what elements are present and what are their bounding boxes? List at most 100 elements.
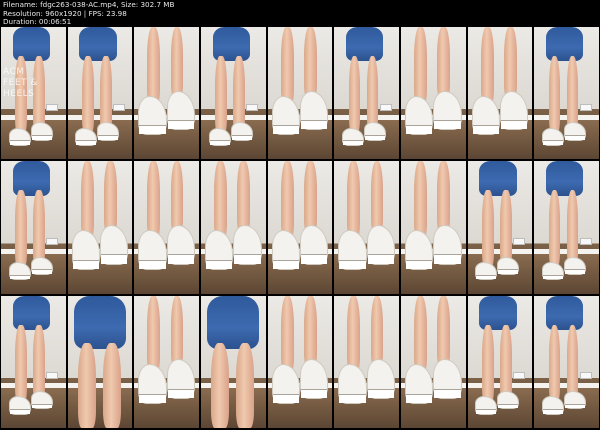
sneaker-left xyxy=(138,95,167,136)
leg-right xyxy=(237,161,251,233)
sneaker-left xyxy=(271,95,300,136)
sneaker-right xyxy=(433,224,462,265)
sneaker-right xyxy=(564,122,587,141)
video-thumbnail[interactable] xyxy=(67,295,133,428)
video-thumbnail[interactable] xyxy=(134,161,199,294)
video-thumbnail[interactable] xyxy=(200,161,266,294)
video-thumbnail[interactable] xyxy=(334,295,399,428)
sneaker-left xyxy=(271,364,300,405)
wall-socket xyxy=(512,372,525,380)
leg-right xyxy=(566,324,579,402)
video-thumbnail[interactable] xyxy=(267,161,333,294)
leg-left xyxy=(280,161,294,239)
video-thumbnail[interactable]: ACM FEET & HEELS xyxy=(1,27,66,160)
sneaker-left xyxy=(404,230,434,270)
video-thumbnail[interactable] xyxy=(467,27,533,160)
video-thumbnail[interactable] xyxy=(400,295,466,428)
video-thumbnail[interactable] xyxy=(467,295,533,428)
leg-right xyxy=(566,190,579,268)
watermark-line-1: ACM xyxy=(3,67,25,77)
leg-left xyxy=(78,343,97,428)
video-thumbnail[interactable] xyxy=(267,295,333,428)
leg-right xyxy=(437,161,451,233)
sneaker-right xyxy=(30,122,53,141)
leg-right xyxy=(33,324,45,402)
leg-right xyxy=(303,161,317,233)
sneaker-left xyxy=(138,230,167,270)
leg-right xyxy=(370,295,384,368)
wall-socket xyxy=(246,103,259,111)
video-thumbnail[interactable] xyxy=(534,27,599,160)
sneaker-right xyxy=(366,224,396,265)
leg-left xyxy=(280,295,294,373)
video-thumbnail[interactable] xyxy=(1,161,66,294)
leg-right xyxy=(170,161,184,233)
leg-left xyxy=(481,324,494,402)
sneaker-right xyxy=(299,90,329,131)
leg-left xyxy=(548,190,561,268)
video-thumbnail[interactable] xyxy=(67,27,133,160)
leg-left xyxy=(215,56,227,133)
leg-right xyxy=(370,161,384,233)
leg-left xyxy=(81,56,94,133)
video-thumbnail[interactable] xyxy=(334,161,399,294)
video-thumbnail[interactable] xyxy=(534,161,599,294)
wall-socket xyxy=(46,372,59,380)
leg-left xyxy=(413,295,427,373)
video-thumbnail[interactable] xyxy=(534,295,599,428)
sneaker-right xyxy=(364,122,387,141)
sneaker-right xyxy=(299,359,329,399)
sneaker-left xyxy=(271,230,300,270)
video-thumbnail[interactable] xyxy=(334,27,399,160)
sneaker-right xyxy=(299,224,329,265)
sneaker-left xyxy=(542,396,565,415)
wall-socket xyxy=(512,238,525,246)
leg-left xyxy=(80,161,94,239)
video-thumbnail[interactable] xyxy=(267,27,333,160)
video-thumbnail[interactable] xyxy=(200,27,266,160)
sneaker-right xyxy=(433,359,462,399)
sneaker-right xyxy=(99,224,129,265)
leg-right xyxy=(235,343,254,428)
leg-left xyxy=(481,190,494,268)
sneaker-right xyxy=(499,90,529,131)
sneaker-left xyxy=(204,230,234,270)
video-thumbnail[interactable] xyxy=(1,295,66,428)
wall-socket xyxy=(579,103,592,111)
leg-right xyxy=(303,27,317,99)
wall-socket xyxy=(379,103,392,111)
leg-right xyxy=(503,27,517,99)
sneaker-left xyxy=(8,261,31,281)
sneaker-right xyxy=(366,359,396,399)
wall-socket xyxy=(46,103,59,111)
video-thumbnail[interactable] xyxy=(67,161,133,294)
leg-left xyxy=(413,161,427,239)
video-thumbnail[interactable] xyxy=(400,161,466,294)
video-thumbnail[interactable] xyxy=(134,295,199,428)
sneaker-right xyxy=(166,90,196,131)
leg-right xyxy=(103,161,117,233)
leg-left xyxy=(15,324,27,402)
sneaker-right xyxy=(30,390,53,410)
leg-left xyxy=(211,343,230,428)
leg-right xyxy=(437,27,451,99)
sneaker-left xyxy=(71,230,100,270)
duration-line: Duration: 00:06:51 xyxy=(3,17,72,27)
leg-right xyxy=(170,27,184,99)
sneaker-right xyxy=(166,224,196,265)
sneaker-left xyxy=(404,364,434,405)
video-thumbnail[interactable] xyxy=(400,27,466,160)
leg-right xyxy=(170,295,184,368)
file-info-header: Filename: fdgc263-038-AC.mp4, Size: 302.… xyxy=(3,0,174,27)
leg-left xyxy=(213,161,227,239)
video-thumbnail[interactable] xyxy=(134,27,199,160)
sneaker-left xyxy=(8,396,31,415)
video-thumbnail[interactable] xyxy=(467,161,533,294)
video-thumbnail[interactable] xyxy=(200,295,266,428)
leg-left xyxy=(548,324,561,402)
sneaker-right xyxy=(433,90,462,131)
sneaker-right xyxy=(166,359,196,399)
leg-left xyxy=(15,190,27,268)
leg-left xyxy=(347,161,361,239)
leg-left xyxy=(548,56,561,133)
